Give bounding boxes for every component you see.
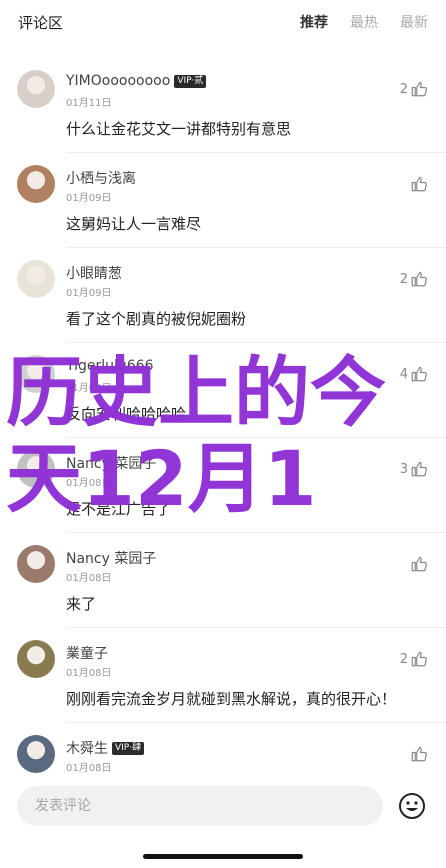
- comment-date: 01月09日: [66, 288, 112, 299]
- comment-item[interactable]: 業童子 01月08日刚刚看完流金岁月就碰到黑水解说，真的很开心！ 2: [0, 628, 446, 723]
- like-button[interactable]: [410, 555, 428, 573]
- tab-newest[interactable]: 最新: [400, 12, 428, 32]
- comment-date: 01月08日: [66, 383, 112, 394]
- comment-text: 反向安利哈哈哈哈: [66, 405, 187, 423]
- username-row: 小栖与浅离: [66, 168, 136, 188]
- avatar[interactable]: [17, 70, 55, 108]
- like-button[interactable]: 2: [400, 80, 428, 98]
- comment-item[interactable]: 小栖与浅离 01月09日这舅妈让人一言难尽: [0, 153, 446, 248]
- username-row: 業童子: [66, 643, 108, 663]
- username[interactable]: Nancy 菜园子: [66, 548, 156, 568]
- thumbs-up-icon: [411, 556, 427, 572]
- home-indicator: [143, 854, 303, 859]
- like-count: 4: [399, 366, 408, 382]
- like-count: 2: [399, 651, 408, 667]
- like-button[interactable]: 2: [400, 270, 428, 288]
- comment-text: 来了: [66, 595, 97, 613]
- thumbs-up-icon: [411, 366, 427, 382]
- like-button[interactable]: [410, 175, 428, 193]
- comment-item[interactable]: YIMOoooooooo VIP·贰 01月11日什么让金花艾文一讲都特别有意思 2: [0, 58, 446, 153]
- thumbs-up-icon: [411, 271, 427, 287]
- username[interactable]: 木舜生: [66, 738, 108, 758]
- like-count: 2: [399, 81, 408, 97]
- sort-tabs: 推荐 最热 最新: [300, 12, 428, 32]
- avatar[interactable]: [17, 260, 55, 298]
- vip-badge: VIP·肆: [112, 741, 145, 755]
- avatar[interactable]: [17, 545, 55, 583]
- avatar[interactable]: [17, 355, 55, 393]
- comment-item[interactable]: Nancy 菜园子 01月08日来了: [0, 533, 446, 628]
- username[interactable]: 業童子: [66, 643, 108, 663]
- comment-date: 01月08日: [66, 478, 112, 489]
- comment-item[interactable]: 小眼睛葱 01月09日看了这个剧真的被倪妮圈粉 2: [0, 248, 446, 343]
- like-count: 3: [399, 461, 408, 477]
- tab-hottest[interactable]: 最热: [350, 12, 378, 32]
- comment-text: 看了这个剧真的被倪妮圈粉: [66, 310, 247, 328]
- thumbs-up-icon: [411, 81, 427, 97]
- username[interactable]: Nancy 菜园子: [66, 453, 156, 473]
- comment-item[interactable]: Nancy 菜园子 01月08日是不是江广告了 3: [0, 438, 446, 533]
- tab-recommended[interactable]: 推荐: [300, 12, 328, 32]
- comment-text: 什么让金花艾文一讲都特别有意思: [66, 120, 292, 138]
- comment-input[interactable]: [17, 786, 383, 826]
- thumbs-up-icon: [411, 176, 427, 192]
- username-row: Tigerlulu666: [66, 358, 154, 374]
- like-button[interactable]: 3: [400, 460, 428, 478]
- comment-input-bar: [0, 780, 446, 840]
- username[interactable]: 小眼睛葱: [66, 263, 122, 283]
- thumbs-up-icon: [411, 746, 427, 762]
- like-button[interactable]: [410, 745, 428, 763]
- comment-text: 是不是江广告了: [66, 500, 172, 518]
- header: 评论区 推荐 最热 最新: [0, 0, 446, 44]
- thumbs-up-icon: [411, 651, 427, 667]
- avatar[interactable]: [17, 165, 55, 203]
- avatar[interactable]: [17, 735, 55, 773]
- avatar[interactable]: [17, 450, 55, 488]
- avatar[interactable]: [17, 640, 55, 678]
- username-row: Nancy 菜园子: [66, 453, 156, 473]
- username[interactable]: YIMOoooooooo: [66, 73, 170, 89]
- username-row: 小眼睛葱: [66, 263, 122, 283]
- like-button[interactable]: 4: [400, 365, 428, 383]
- comment-date: 01月08日: [66, 763, 112, 774]
- username-row: Nancy 菜园子: [66, 548, 156, 568]
- comment-date: 01月08日: [66, 573, 112, 584]
- username-row: 木舜生 VIP·肆: [66, 738, 145, 758]
- username[interactable]: 小栖与浅离: [66, 168, 136, 188]
- vip-badge: VIP·贰: [174, 74, 207, 88]
- username-row: YIMOoooooooo VIP·贰: [66, 73, 207, 89]
- comment-list: YIMOoooooooo VIP·贰 01月11日 什么让金花艾文一讲都特别有意思 2 小…: [0, 58, 446, 818]
- comment-date: 01月11日: [66, 98, 112, 109]
- comment-text: 刚刚看完流金岁月就碰到黑水解说，真的很开心！: [66, 690, 397, 708]
- emoji-icon[interactable]: [398, 792, 426, 820]
- comment-date: 01月08日: [66, 668, 112, 679]
- like-button[interactable]: 2: [400, 650, 428, 668]
- username[interactable]: Tigerlulu666: [66, 358, 154, 374]
- comment-date: 01月09日: [66, 193, 112, 204]
- like-count: 2: [399, 271, 408, 287]
- thumbs-up-icon: [411, 461, 427, 477]
- comment-item[interactable]: Tigerlulu666 01月08日反向安利哈哈哈哈 4: [0, 343, 446, 438]
- page-title: 评论区: [18, 14, 64, 32]
- comment-text: 这舅妈让人一言难尽: [66, 215, 202, 233]
